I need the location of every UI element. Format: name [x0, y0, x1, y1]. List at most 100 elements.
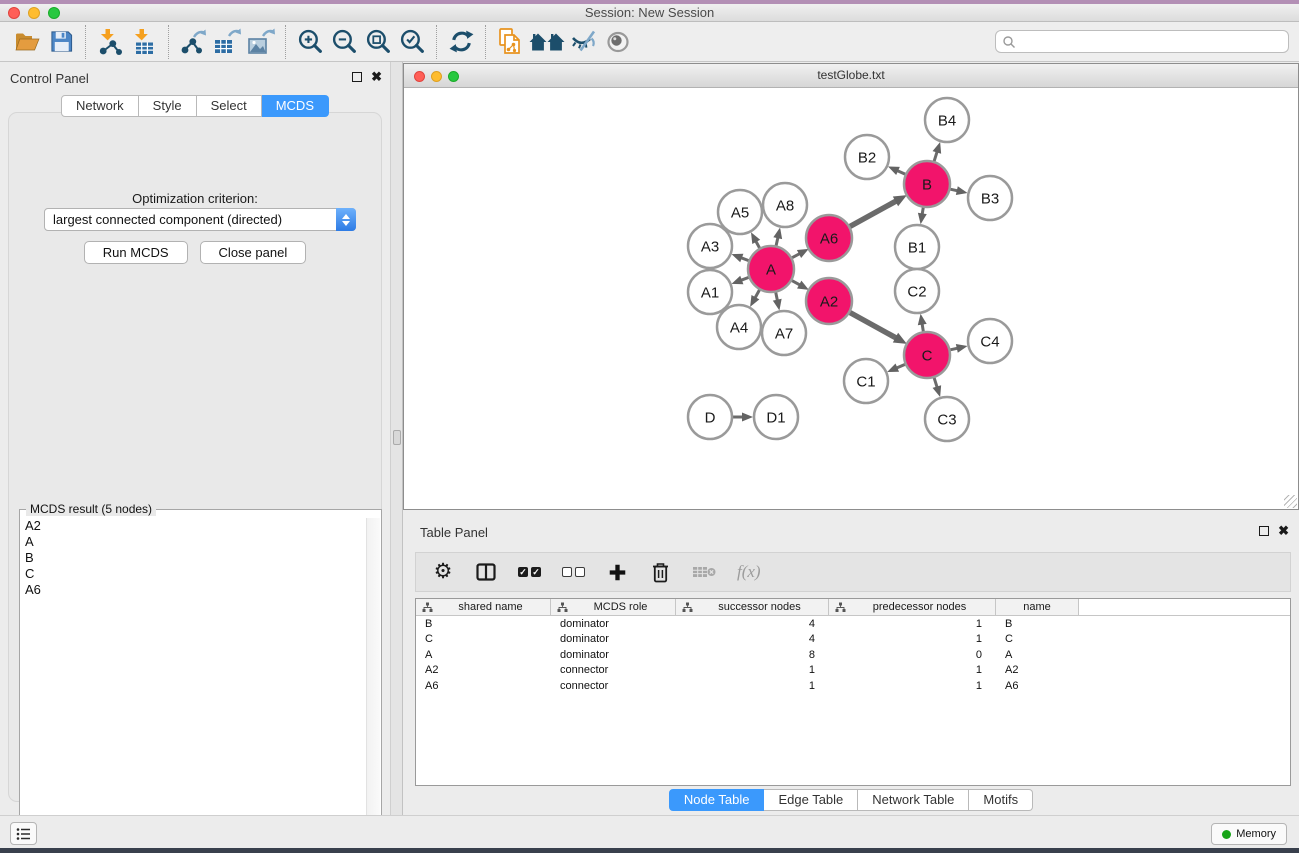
hide-selected-button[interactable]: [567, 26, 601, 58]
table-cell[interactable]: connector: [551, 678, 676, 694]
column-header-name[interactable]: name: [996, 599, 1079, 615]
table-cell[interactable]: A2: [416, 663, 551, 679]
table-cell[interactable]: A: [416, 647, 551, 663]
function-builder-button[interactable]: f(x): [737, 559, 761, 585]
table-cell[interactable]: B: [996, 616, 1079, 632]
table-cell[interactable]: A6: [416, 678, 551, 694]
close-table-panel-icon[interactable]: ✖: [1278, 526, 1289, 536]
table-cell[interactable]: 1: [829, 663, 996, 679]
table-row[interactable]: A6connector11A6: [416, 678, 1290, 694]
table-cell[interactable]: B: [416, 616, 551, 632]
table-cell[interactable]: connector: [551, 663, 676, 679]
column-header-successor-nodes[interactable]: successor nodes: [676, 599, 829, 615]
table-cell[interactable]: dominator: [551, 616, 676, 632]
show-all-button[interactable]: [601, 26, 635, 58]
table-row[interactable]: Adominator80A: [416, 647, 1290, 663]
result-item[interactable]: C: [21, 566, 366, 582]
graph-node-label: B2: [858, 150, 876, 167]
table-cell[interactable]: 4: [676, 632, 829, 648]
tab-mcds[interactable]: MCDS: [262, 95, 329, 117]
network-window-titlebar[interactable]: testGlobe.txt: [404, 64, 1298, 88]
panel-divider[interactable]: [390, 62, 403, 815]
tab-edge-table[interactable]: Edge Table: [764, 789, 858, 811]
search-field[interactable]: [995, 30, 1289, 53]
add-column-button[interactable]: [606, 559, 628, 585]
import-table-button[interactable]: [127, 26, 161, 58]
main-titlebar[interactable]: Session: New Session: [0, 4, 1299, 22]
tab-motifs[interactable]: Motifs: [969, 789, 1033, 811]
import-network-button[interactable]: [93, 26, 127, 58]
tab-style[interactable]: Style: [139, 95, 197, 117]
task-history-button[interactable]: [10, 822, 37, 845]
delete-column-button[interactable]: [649, 559, 671, 585]
select-all-button[interactable]: ✓ ✓: [518, 559, 541, 585]
table-cell[interactable]: 1: [676, 663, 829, 679]
tab-network-table[interactable]: Network Table: [858, 789, 969, 811]
tab-network[interactable]: Network: [61, 95, 139, 117]
column-header-predecessor-nodes[interactable]: predecessor nodes: [829, 599, 996, 615]
float-panel-icon[interactable]: [352, 72, 362, 82]
float-table-panel-icon[interactable]: [1259, 526, 1269, 536]
table-cell[interactable]: 8: [676, 647, 829, 663]
save-session-button[interactable]: [44, 26, 78, 58]
result-item[interactable]: A6: [21, 582, 366, 598]
export-table-button[interactable]: [210, 26, 244, 58]
table-row[interactable]: Cdominator41C: [416, 632, 1290, 648]
open-session-button[interactable]: [10, 26, 44, 58]
table-cell[interactable]: 1: [829, 632, 996, 648]
table-row[interactable]: Bdominator41B: [416, 616, 1290, 632]
edge-A6-B[interactable]: [847, 200, 897, 227]
divider-grip[interactable]: [393, 430, 401, 445]
close-panel-icon[interactable]: ✖: [371, 72, 382, 82]
zoom-out-button[interactable]: [327, 26, 361, 58]
graph-node-label: B1: [908, 240, 926, 257]
tab-node-table[interactable]: Node Table: [669, 789, 765, 811]
table-cell[interactable]: 0: [829, 647, 996, 663]
refresh-layout-button[interactable]: [444, 26, 478, 58]
memory-button[interactable]: Memory: [1211, 823, 1287, 845]
network-canvas[interactable]: B4B2BB3A8A5A6A3B1AC2A1A2A4A7C4CC1DD1C3: [404, 88, 1298, 509]
zoom-in-button[interactable]: [293, 26, 327, 58]
result-item[interactable]: A2: [21, 518, 366, 534]
table-cell[interactable]: dominator: [551, 647, 676, 663]
zoom-selected-button[interactable]: [395, 26, 429, 58]
memory-label: Memory: [1236, 828, 1276, 840]
zoom-fit-button[interactable]: [361, 26, 395, 58]
settings-gear-button[interactable]: ⚙: [432, 559, 454, 585]
table-cell[interactable]: A2: [996, 663, 1079, 679]
column-layout-button[interactable]: [475, 559, 497, 585]
resize-grip-icon[interactable]: [1284, 495, 1297, 508]
tab-select[interactable]: Select: [197, 95, 262, 117]
network-graph[interactable]: B4B2BB3A8A5A6A3B1AC2A1A2A4A7C4CC1DD1C3: [404, 88, 1298, 509]
run-mcds-button[interactable]: Run MCDS: [84, 241, 188, 264]
table-row[interactable]: A2connector11A2: [416, 663, 1290, 679]
deselect-all-button[interactable]: [562, 559, 585, 585]
close-panel-button[interactable]: Close panel: [200, 241, 307, 264]
zoom-in-icon: [297, 28, 324, 55]
column-header-MCDS-role[interactable]: MCDS role: [551, 599, 676, 615]
table-cell[interactable]: 1: [829, 616, 996, 632]
edge-A2-C[interactable]: [847, 311, 897, 338]
network-from-clipboard-button[interactable]: [493, 26, 527, 58]
table-cell[interactable]: C: [416, 632, 551, 648]
search-input[interactable]: [1016, 35, 1288, 49]
delete-table-button[interactable]: [692, 559, 716, 585]
export-network-button[interactable]: [176, 26, 210, 58]
table-cell[interactable]: C: [996, 632, 1079, 648]
table-cell[interactable]: dominator: [551, 632, 676, 648]
table-cell[interactable]: A: [996, 647, 1079, 663]
node-table[interactable]: shared nameMCDS rolesuccessor nodesprede…: [415, 598, 1291, 786]
first-neighbors-button[interactable]: [527, 26, 567, 58]
result-item[interactable]: B: [21, 550, 366, 566]
export-image-button[interactable]: [244, 26, 278, 58]
table-cell[interactable]: 4: [676, 616, 829, 632]
import-network-icon: [96, 28, 124, 56]
result-item[interactable]: A: [21, 534, 366, 550]
result-scrollbar[interactable]: [366, 518, 380, 844]
table-cell[interactable]: 1: [829, 678, 996, 694]
table-cell[interactable]: A6: [996, 678, 1079, 694]
graph-node-label: D1: [766, 410, 785, 427]
column-header-shared-name[interactable]: shared name: [416, 599, 551, 615]
criterion-dropdown[interactable]: largest connected component (directed): [44, 208, 356, 231]
table-cell[interactable]: 1: [676, 678, 829, 694]
